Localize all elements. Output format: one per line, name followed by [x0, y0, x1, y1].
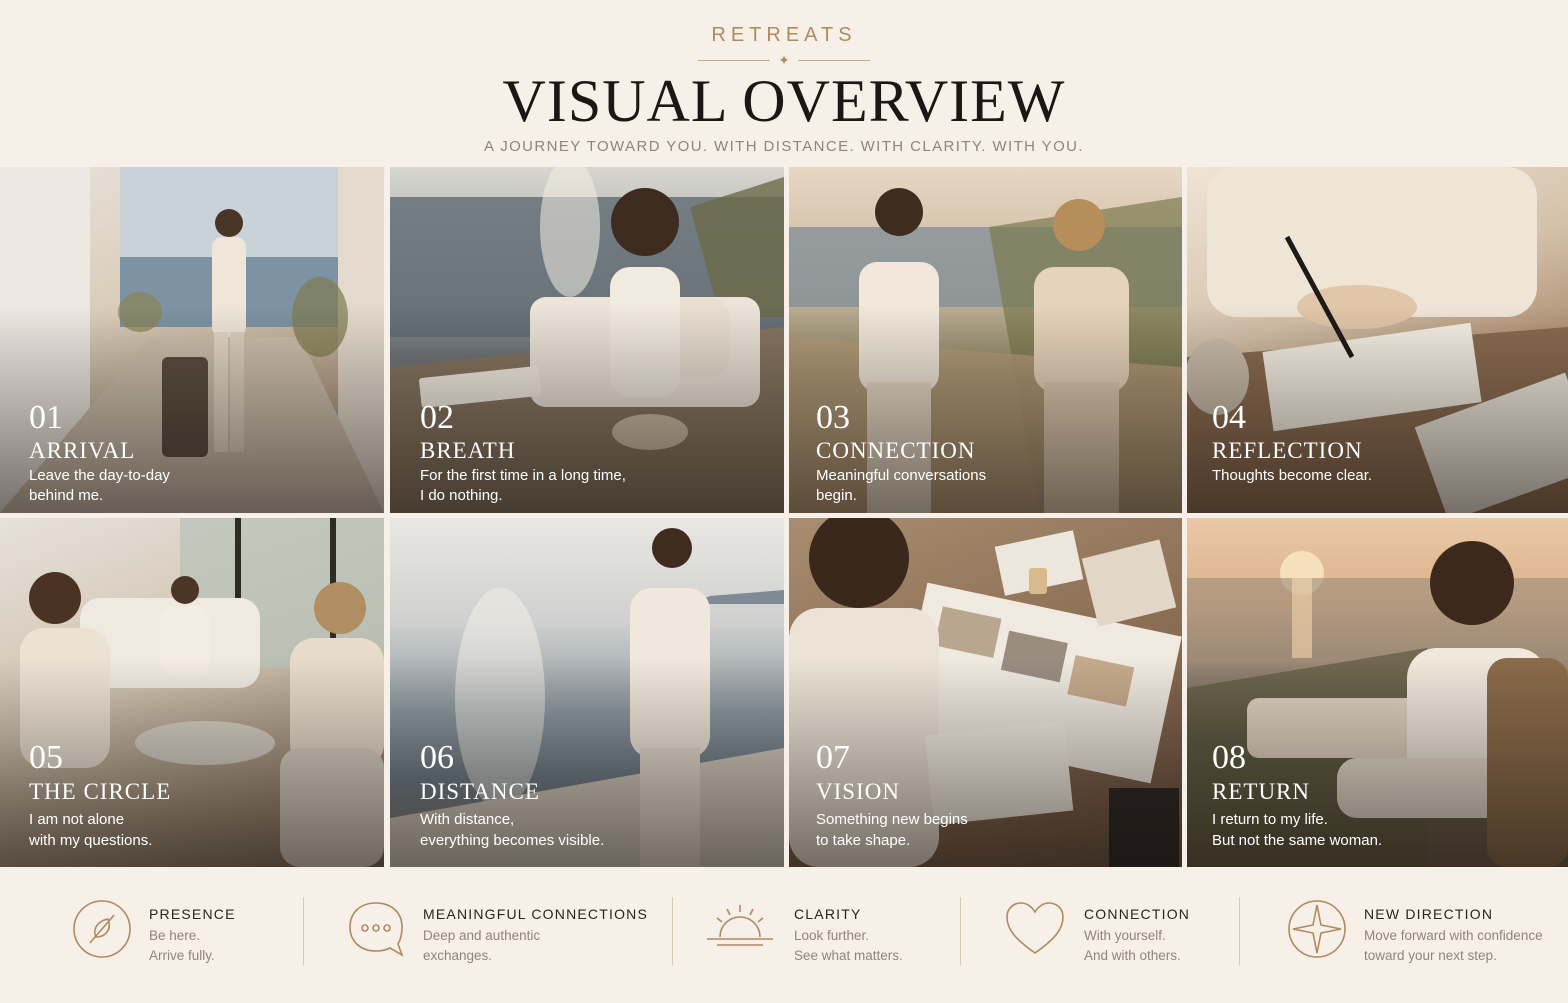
stage-name: BREATH — [420, 438, 516, 463]
feature-line1: With yourself. — [1084, 928, 1166, 943]
stage-description-line1: Leave the day-to-day — [29, 467, 170, 484]
stage-number: 05 — [29, 739, 63, 776]
stage-name: DISTANCE — [420, 779, 540, 804]
stage-name: REFLECTION — [1212, 438, 1363, 463]
feature-separator — [303, 897, 304, 965]
page-title: VISUAL OVERVIEW — [502, 68, 1066, 134]
feature-connection: CONNECTION With yourself. And with other… — [1005, 867, 1235, 1003]
feature-line2: toward your next step. — [1364, 948, 1497, 963]
stage-tile-reflection: 04 REFLECTION Thoughts become clear. — [1187, 167, 1568, 513]
stage-tile-vision: 07 VISION Something new begins to take s… — [789, 518, 1182, 867]
feature-clarity: CLARITY Look further. See what matters. — [705, 867, 955, 1003]
stage-tile-return: 08 RETURN I return to my life. But not t… — [1187, 518, 1568, 867]
stage-number: 08 — [1212, 739, 1246, 776]
heart-icon — [1006, 902, 1064, 954]
stage-name: ARRIVAL — [29, 438, 136, 463]
leaf-icon — [73, 900, 131, 958]
stage-number: 04 — [1212, 399, 1246, 436]
stage-description-line2: with my questions. — [29, 832, 153, 849]
feature-line1: Be here. — [149, 928, 201, 943]
feature-line2: exchanges. — [423, 948, 493, 963]
feature-line2: And with others. — [1084, 948, 1181, 963]
stage-description-line2: to take shape. — [816, 832, 911, 849]
feature-separator — [960, 897, 961, 965]
stage-number: 01 — [29, 399, 63, 436]
stage-description-line1: For the first time in a long time, — [420, 467, 626, 484]
feature-title: MEANINGFUL CONNECTIONS — [423, 906, 649, 922]
feature-line2: Arrive fully. — [149, 948, 215, 963]
page-header: RETREATS ✦ VISUAL OVERVIEW A JOURNEY TOW… — [0, 0, 1568, 167]
feature-strip: PRESENCE Be here. Arrive fully. MEANINGF… — [0, 867, 1568, 1003]
stage-description-line2: begin. — [816, 487, 857, 504]
feature-title: CLARITY — [794, 906, 862, 922]
stage-tile-connection: 03 CONNECTION Meaningful conversations b… — [789, 167, 1182, 513]
compass-star-icon — [1288, 900, 1346, 958]
stage-name: CONNECTION — [816, 438, 976, 463]
feature-line1: Deep and authentic — [423, 928, 541, 943]
stage-number: 06 — [420, 739, 454, 776]
stage-number: 07 — [816, 739, 850, 776]
stage-description-line2: I do nothing. — [420, 487, 503, 504]
stage-description-line1: Something new begins — [816, 811, 968, 828]
stage-description-line2: everything becomes visible. — [420, 832, 605, 849]
stage-number: 03 — [816, 399, 850, 436]
feature-separator — [1239, 897, 1240, 965]
feature-separator — [672, 897, 673, 965]
stage-name: RETURN — [1212, 779, 1310, 804]
stage-description-line2: But not the same woman. — [1212, 832, 1383, 849]
feature-line1: Look further. — [794, 928, 870, 943]
sunrise-icon — [707, 905, 773, 946]
feature-line1: Move forward with confidence — [1364, 928, 1543, 943]
stage-name: THE CIRCLE — [29, 779, 172, 804]
stage-name: VISION — [816, 779, 900, 804]
feature-line2: See what matters. — [794, 948, 903, 963]
stage-description-line2: behind me. — [29, 487, 104, 504]
stage-tile-arrival: 01 ARRIVAL Leave the day-to-day behind m… — [0, 167, 384, 513]
feature-meaningful-connections: MEANINGFUL CONNECTIONS Deep and authenti… — [346, 867, 666, 1003]
feature-title: PRESENCE — [149, 906, 236, 922]
stage-tile-distance: 06 DISTANCE With distance, everything be… — [390, 518, 784, 867]
stage-description-line1: Meaningful conversations — [816, 467, 987, 484]
stage-description-line1: With distance, — [420, 811, 515, 828]
stage-number: 02 — [420, 399, 454, 436]
feature-title: NEW DIRECTION — [1364, 906, 1494, 922]
stage-description-line1: I return to my life. — [1212, 811, 1328, 828]
eyebrow-label: RETREATS — [711, 24, 857, 46]
page-subtitle: A JOURNEY TOWARD YOU. WITH DISTANCE. WIT… — [484, 138, 1084, 155]
feature-presence: PRESENCE Be here. Arrive fully. — [72, 867, 302, 1003]
feature-new-direction: NEW DIRECTION Move forward with confiden… — [1287, 867, 1562, 1003]
stage-description-line1: Thoughts become clear. — [1212, 467, 1373, 484]
speech-bubble-icon — [349, 902, 404, 957]
stage-grid: 01 ARRIVAL Leave the day-to-day behind m… — [0, 167, 1568, 867]
stage-tile-the-circle: 05 THE CIRCLE I am not alone with my que… — [0, 518, 384, 867]
feature-title: CONNECTION — [1084, 906, 1191, 922]
stage-description-line1: I am not alone — [29, 811, 125, 828]
stage-tile-breath: 02 BREATH For the first time in a long t… — [390, 167, 784, 513]
